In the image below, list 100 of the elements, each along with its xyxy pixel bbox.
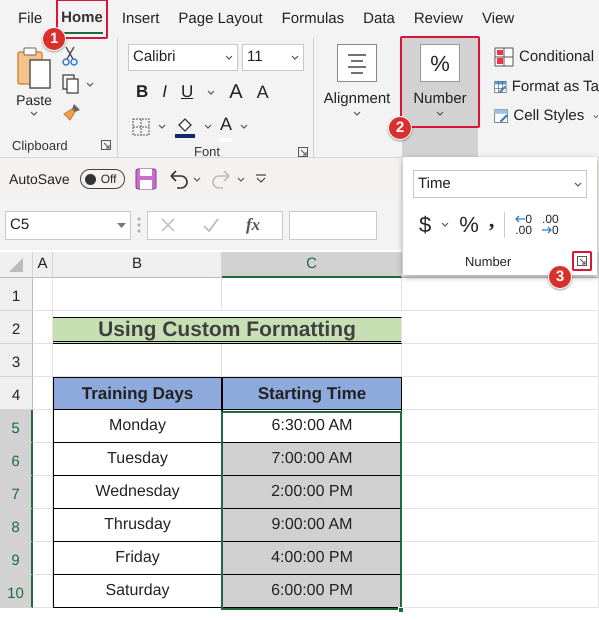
autosave-label: AutoSave [9,170,70,188]
grid-cell[interactable] [402,344,599,377]
increase-decimal-button[interactable]: 0 .00 [515,214,532,236]
grid-cell[interactable] [402,542,599,575]
grip-icon [137,217,141,233]
grid-cell[interactable] [33,542,53,575]
styles-button[interactable]: Conditional [494,46,599,68]
underline-button[interactable]: U [181,79,194,105]
caret-icon[interactable] [236,176,245,182]
grid-cell[interactable] [33,410,53,443]
ribbon-tab[interactable]: Formulas [282,4,344,34]
grid-cell[interactable] [53,278,222,311]
table-grid-icon [494,47,514,68]
ribbon-tab[interactable]: Data [363,4,395,34]
grid-cell[interactable] [33,476,53,509]
grid-cell[interactable] [402,311,599,344]
row-header[interactable]: 5 [0,410,33,443]
row-header[interactable]: 4 [0,377,33,410]
table-cell: Thrusday [53,509,222,542]
table-cell: Monday [53,410,222,443]
ribbon-tab[interactable]: File [18,4,42,34]
caret-icon[interactable] [30,111,38,116]
caret-icon[interactable] [225,55,233,60]
row-header[interactable]: 3 [0,344,33,377]
row-header[interactable]: 6 [0,443,33,476]
column-header[interactable]: C [222,252,402,278]
ribbon-tab[interactable]: Review [414,4,464,34]
row-header[interactable]: 8 [0,509,33,542]
grid-cell[interactable] [402,443,599,476]
autosave-toggle[interactable]: Off [80,169,125,189]
caret-icon[interactable] [441,222,450,227]
font-color-button[interactable]: A [220,111,232,142]
paste-icon[interactable] [16,46,52,90]
launcher-icon[interactable] [577,256,587,266]
currency-button[interactable]: $ [419,208,432,241]
save-icon[interactable] [134,168,157,190]
copy-icon[interactable] [62,74,80,94]
row-header[interactable]: 9 [0,542,33,575]
font-name-field[interactable]: Calibri [128,44,238,71]
ribbon-tab[interactable]: Insert [122,4,160,34]
row-header[interactable]: 10 [0,575,33,608]
group-label: Clipboard [12,136,68,155]
caret-icon[interactable] [240,124,248,129]
comma-button[interactable]: , [488,203,494,236]
grid-cell[interactable] [402,377,599,410]
grid-cell[interactable] [33,278,53,311]
caret-icon[interactable] [192,176,201,182]
grid-cell[interactable] [33,575,53,608]
borders-icon[interactable] [132,118,150,136]
shrink-font-button[interactable]: A [256,78,269,106]
number-format-field[interactable]: Time [413,170,587,198]
caret-icon[interactable] [86,82,94,86]
caret-icon[interactable] [204,124,212,129]
percent-button[interactable]: % [459,208,479,241]
font-size-field[interactable]: 11 [242,44,304,71]
grow-font-button[interactable]: A [229,77,243,107]
caret-icon[interactable] [574,182,582,186]
grid-cell[interactable] [33,344,53,377]
grid-cell[interactable] [222,278,402,311]
column-header[interactable]: B [53,252,222,278]
italic-button[interactable]: I [162,79,168,105]
ribbon-tab[interactable]: Page Layout [178,4,263,34]
styles-button[interactable]: Cell Styles [494,105,599,128]
caret-icon[interactable] [593,114,599,119]
caret-icon[interactable] [352,110,361,116]
row-header[interactable]: 1 [0,278,33,311]
grid-cell[interactable] [33,509,53,542]
grid-cell[interactable] [402,575,599,608]
formula-input[interactable] [289,210,377,240]
paste-button[interactable]: Paste [16,90,52,111]
name-box[interactable]: C5 [5,210,131,240]
caret-icon[interactable] [291,55,299,60]
styles-button[interactable]: Format as Ta [494,76,599,98]
brush-icon[interactable] [62,102,82,122]
grid-cell[interactable] [402,476,599,509]
table-cell: Wednesday [53,476,222,509]
caret-icon[interactable] [436,110,444,116]
bold-button[interactable]: B [136,79,148,105]
fill-color-icon[interactable] [174,116,196,138]
header-cell: Training Days [53,377,222,410]
grid-cell[interactable] [402,509,599,542]
row-header[interactable]: 2 [0,311,33,344]
ribbon-tab[interactable]: View [482,4,514,34]
insert-function-button[interactable]: fx [246,212,260,238]
dropdown-icon[interactable] [117,222,126,228]
decrease-decimal-button[interactable]: .00 0 [542,214,559,236]
launcher-icon[interactable] [298,146,308,157]
column-header[interactable]: A [33,252,53,278]
caret-icon[interactable] [207,90,216,94]
title-cell: Using Custom Formatting [53,317,402,344]
percent-icon: % [420,44,460,82]
grid-cell[interactable] [402,410,599,443]
alignment-button[interactable]: Alignment [324,44,390,116]
row-header[interactable]: 7 [0,476,33,509]
grid-cell[interactable] [33,443,53,476]
scissors-icon[interactable] [62,46,78,66]
launcher-icon[interactable] [101,140,111,150]
fill-handle[interactable] [398,607,404,613]
customize-icon[interactable] [254,173,267,185]
caret-icon[interactable] [158,124,166,129]
